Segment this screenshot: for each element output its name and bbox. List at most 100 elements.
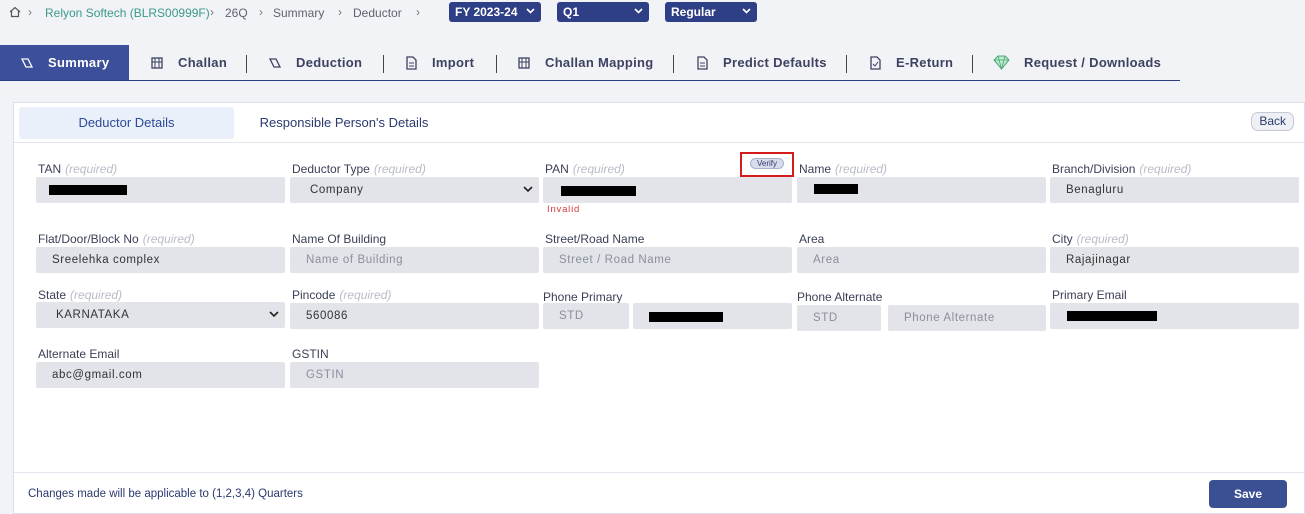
tab-responsible-person[interactable]: Responsible Person's Details: [244, 107, 444, 139]
primary-email-label: Primary Email: [1052, 288, 1127, 302]
primary-email-field[interactable]: [1050, 303, 1299, 329]
area-label: Area: [799, 232, 825, 246]
redacted-value: [649, 312, 723, 322]
breadcrumb-separator: ›: [28, 5, 32, 19]
pincode-field[interactable]: 560086: [290, 303, 539, 329]
city-label: City (required): [1052, 232, 1129, 246]
fy-select-value: FY 2023-24: [455, 5, 518, 19]
quarter-select-value: Q1: [563, 5, 580, 19]
building-label: Name Of Building: [292, 232, 387, 246]
return-type-select[interactable]: Regular: [665, 2, 757, 22]
building-icon: [151, 56, 163, 69]
redacted-value: [814, 184, 858, 194]
tab-divider: [972, 55, 973, 73]
tab-label: Challan: [178, 55, 228, 70]
phone-primary-label: Phone Primary: [543, 290, 623, 304]
sub-tabs: Deductor Details Responsible Person's De…: [14, 103, 1304, 143]
save-button[interactable]: Save: [1209, 480, 1287, 508]
state-select[interactable]: KARNATAKA: [36, 302, 285, 328]
phone-alternate-label: Phone Alternate: [797, 290, 883, 304]
deductor-type-select[interactable]: Company: [290, 177, 539, 203]
tab-label: Request / Downloads: [1024, 55, 1162, 70]
state-label: State (required): [38, 288, 123, 302]
city-field[interactable]: Rajajinagar: [1050, 247, 1299, 273]
tab-label: Import: [432, 55, 475, 70]
chevron-down-icon: [523, 186, 533, 193]
tan-field[interactable]: [36, 177, 285, 203]
document-icon: [697, 55, 708, 70]
flat-label: Flat/Door/Block No (required): [38, 232, 195, 246]
tab-divider: [673, 55, 674, 73]
street-field[interactable]: Street / Road Name: [543, 247, 792, 273]
street-label: Street/Road Name: [545, 232, 645, 246]
tab-challan[interactable]: Challan: [150, 45, 227, 80]
phone-alternate-std-field[interactable]: STD: [797, 305, 881, 331]
deduction-icon: [268, 57, 282, 68]
pan-field[interactable]: [543, 177, 792, 203]
chevron-down-icon: [742, 8, 751, 14]
branch-field[interactable]: Benagluru: [1050, 177, 1299, 203]
tab-label: Challan Mapping: [545, 55, 654, 70]
deductor-type-label: Deductor Type (required): [292, 162, 426, 176]
tab-deduction[interactable]: Deduction: [268, 45, 362, 80]
tab-label: Predict Defaults: [723, 55, 827, 70]
tab-divider: [846, 55, 847, 73]
gstin-field[interactable]: GSTIN: [290, 362, 539, 388]
breadcrumb: › Relyon Softech (BLRS00999F) › 26Q › Su…: [0, 0, 1305, 26]
back-button[interactable]: Back: [1251, 112, 1294, 131]
phone-primary-std-field[interactable]: STD: [543, 303, 629, 329]
file-check-icon: [870, 55, 881, 70]
fy-select[interactable]: FY 2023-24: [449, 2, 541, 22]
deductor-card: Deductor Details Responsible Person's De…: [13, 102, 1305, 514]
name-label: Name (required): [799, 162, 888, 176]
area-field[interactable]: Area: [797, 247, 1046, 273]
redacted-value: [1067, 311, 1157, 321]
phone-alternate-field[interactable]: Phone Alternate: [888, 305, 1046, 331]
quarter-select[interactable]: Q1: [557, 2, 649, 22]
home-icon[interactable]: [9, 6, 21, 18]
building-icon: [518, 56, 530, 69]
chevron-down-icon: [526, 8, 535, 14]
pincode-label: Pincode (required): [292, 288, 392, 302]
tab-label: Deduction: [296, 55, 363, 70]
breadcrumb-deductor: Deductor: [353, 6, 402, 20]
verify-highlight: Verify: [740, 152, 794, 177]
name-field[interactable]: [797, 177, 1046, 203]
flat-field[interactable]: Sreelehka complex: [36, 247, 285, 273]
tab-divider: [246, 55, 247, 73]
redacted-value: [561, 186, 636, 196]
tab-deductor-details[interactable]: Deductor Details: [19, 107, 234, 139]
document-icon: [406, 55, 417, 70]
chevron-down-icon: [634, 8, 643, 14]
branch-label: Branch/Division (required): [1052, 162, 1192, 176]
building-field[interactable]: Name of Building: [290, 247, 539, 273]
breadcrumb-separator: ›: [210, 5, 214, 19]
return-type-select-value: Regular: [671, 5, 716, 19]
redacted-value: [49, 185, 127, 195]
gstin-label: GSTIN: [292, 347, 329, 361]
verify-button[interactable]: Verify: [750, 158, 784, 169]
breadcrumb-separator: ›: [416, 5, 420, 19]
phone-primary-field[interactable]: [633, 303, 792, 329]
tab-label: Summary: [48, 55, 110, 70]
tab-predict-defaults[interactable]: Predict Defaults: [695, 45, 827, 80]
quarters-note: Changes made will be applicable to (1,2,…: [28, 488, 303, 500]
tab-divider: [383, 55, 384, 73]
footer-divider: [14, 472, 1304, 473]
breadcrumb-form[interactable]: 26Q: [225, 6, 248, 20]
chevron-down-icon: [269, 311, 279, 318]
tab-challan-mapping[interactable]: Challan Mapping: [517, 45, 654, 80]
alternate-email-field[interactable]: abc@gmail.com: [36, 362, 285, 388]
tab-e-return[interactable]: E-Return: [868, 45, 953, 80]
pan-label: PAN (required): [545, 162, 625, 176]
breadcrumb-company[interactable]: Relyon Softech (BLRS00999F): [45, 6, 210, 20]
breadcrumb-separator: ›: [259, 5, 263, 19]
tab-import[interactable]: Import: [404, 45, 474, 80]
breadcrumb-separator: ›: [338, 5, 342, 19]
breadcrumb-summary[interactable]: Summary: [273, 6, 324, 20]
tan-label: TAN (required): [38, 162, 118, 176]
tab-label: E-Return: [896, 55, 954, 70]
tab-request-downloads[interactable]: Request / Downloads: [993, 45, 1161, 80]
tab-summary[interactable]: Summary: [0, 45, 129, 80]
tab-divider: [496, 55, 497, 73]
